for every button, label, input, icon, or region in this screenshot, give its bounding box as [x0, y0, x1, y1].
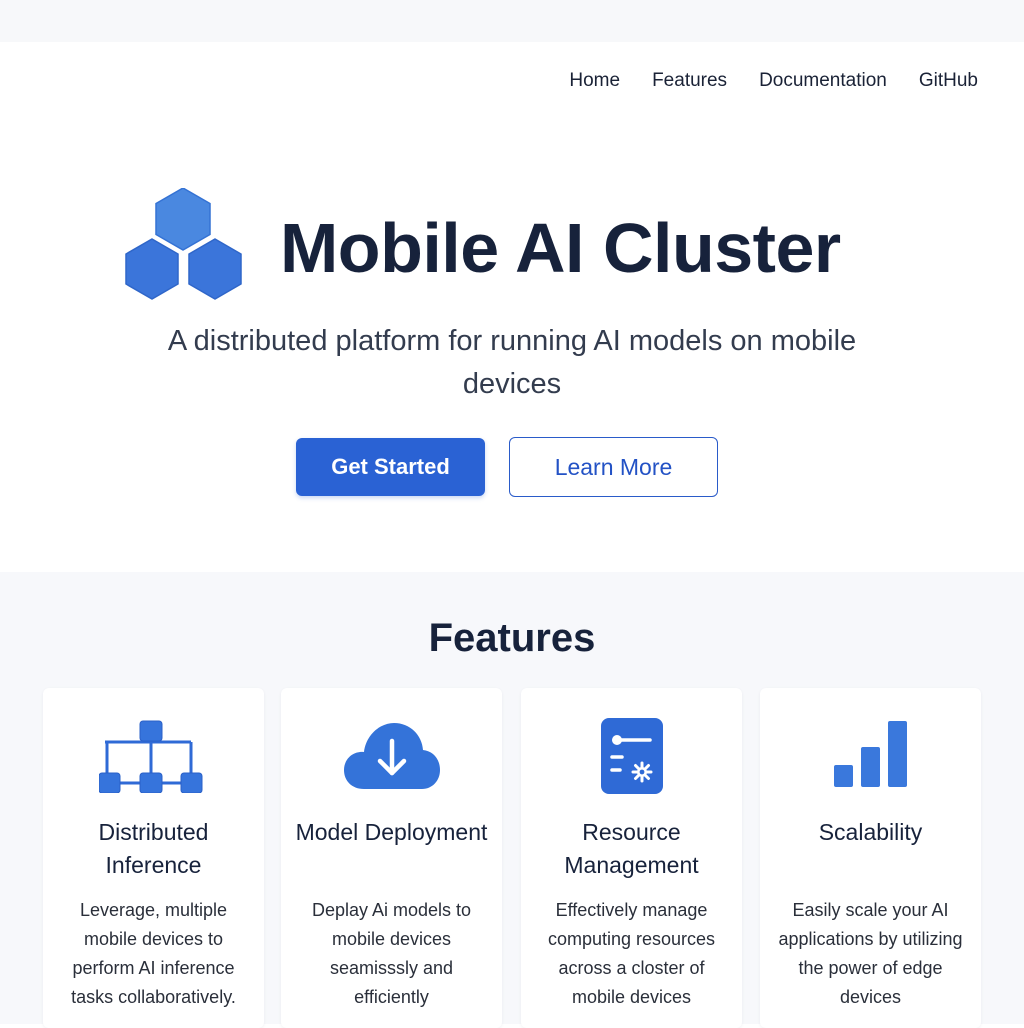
hexagon-cluster-logo-icon	[125, 188, 242, 300]
learn-more-button[interactable]: Learn More	[509, 437, 718, 497]
feature-card-resource-management: Resource Management Effectively manage c…	[521, 688, 742, 1028]
feature-card-title: Model Deployment	[295, 819, 488, 845]
network-icon	[98, 720, 202, 793]
nav-link-home[interactable]: Home	[569, 70, 620, 92]
settings-document-icon	[600, 718, 663, 794]
feature-card-model-deployment: Model Deployment Deplay Ai models to mob…	[281, 688, 502, 1028]
feature-card-description: Leverage, multiple mobile devices to per…	[71, 900, 236, 1007]
feature-card-description: Easily scale your AI applications by uti…	[778, 900, 963, 1007]
top-navigation: Home Features Documentation GitHub	[0, 42, 1024, 122]
bar-chart-icon	[833, 721, 907, 787]
hero-section: Mobile AI Cluster A distributed platform…	[0, 122, 1024, 572]
feature-card-title: Scalability	[818, 819, 923, 845]
features-section: Features Distributed Inference Leverage,…	[0, 572, 1024, 1028]
cloud-download-icon	[343, 723, 440, 789]
feature-card-description: Effectively manage computing resources a…	[547, 900, 716, 1007]
get-started-button[interactable]: Get Started	[296, 438, 485, 496]
nav-links: Home Features Documentation GitHub	[569, 70, 978, 92]
hero-subtitle: A distributed platform for running AI mo…	[167, 325, 857, 400]
nav-link-features[interactable]: Features	[652, 70, 727, 92]
features-heading: Features	[428, 616, 596, 660]
feature-card-title: Resource Management	[564, 819, 699, 878]
hero-title: Mobile AI Cluster	[280, 209, 841, 287]
feature-card-description: Deplay Ai models to mobile devices seami…	[311, 900, 472, 1007]
top-strip	[0, 0, 1024, 42]
feature-card-scalability: Scalability Easily scale your AI applica…	[760, 688, 981, 1028]
nav-link-documentation[interactable]: Documentation	[759, 70, 887, 92]
feature-card-distributed-inference: Distributed Inference Leverage, multiple…	[43, 688, 264, 1028]
nav-link-github[interactable]: GitHub	[919, 70, 978, 92]
feature-card-title: Distributed Inference	[98, 819, 209, 878]
